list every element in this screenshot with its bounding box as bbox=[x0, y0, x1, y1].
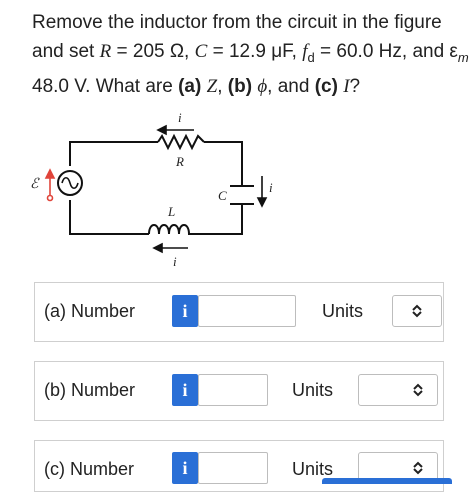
units-label-a: Units bbox=[322, 301, 364, 321]
up-down-chevron-icon bbox=[413, 461, 423, 475]
label-C: C bbox=[218, 188, 227, 203]
current-arrow-top bbox=[156, 124, 194, 136]
info-button-b[interactable]: i bbox=[172, 374, 198, 406]
source-arrow bbox=[44, 168, 56, 202]
label-L: L bbox=[167, 204, 175, 219]
info-button-c[interactable]: i bbox=[172, 452, 198, 484]
units-label-b: Units bbox=[292, 380, 334, 400]
info-icon: i bbox=[182, 300, 188, 321]
label-source: ℰ bbox=[30, 177, 40, 192]
number-input-b[interactable] bbox=[198, 374, 268, 406]
number-input-c[interactable] bbox=[198, 452, 268, 484]
question-line-1: Remove the inductor from the circuit in … bbox=[32, 12, 442, 33]
up-down-chevron-icon bbox=[413, 383, 423, 397]
units-select-b[interactable] bbox=[358, 374, 438, 406]
number-input-a[interactable] bbox=[198, 295, 296, 327]
circuit-diagram: i R C i L i ℰ bbox=[30, 110, 273, 269]
part-b-label: (b) Number bbox=[44, 380, 136, 400]
part-c-label: (c) Number bbox=[44, 459, 135, 479]
circuit-wires bbox=[69, 141, 243, 235]
label-i-bottom: i bbox=[173, 254, 177, 269]
question-line-3: 48.0 V. What are (a) Z, (b) ϕ, and (c) I… bbox=[32, 75, 361, 97]
units-select-a[interactable] bbox=[392, 295, 442, 327]
units-label-c: Units bbox=[292, 459, 334, 479]
question-line-2: and set R = 205 Ω, C = 12.9 μF, fd = 60.… bbox=[32, 41, 469, 65]
info-button-a[interactable]: i bbox=[172, 295, 198, 327]
question-text: Remove the inductor from the circuit in … bbox=[32, 8, 469, 101]
up-down-chevron-icon bbox=[412, 304, 422, 318]
info-icon: i bbox=[182, 457, 188, 478]
capacitor-symbol bbox=[230, 185, 254, 205]
label-i-right: i bbox=[269, 180, 273, 195]
inductor-symbol bbox=[148, 224, 193, 235]
label-R: R bbox=[175, 154, 184, 169]
resistor-symbol bbox=[157, 133, 205, 151]
part-a-label: (a) Number bbox=[44, 301, 136, 321]
current-arrow-right bbox=[256, 176, 268, 208]
info-icon: i bbox=[182, 379, 188, 400]
bottom-accent-bar bbox=[322, 478, 452, 484]
label-i-top: i bbox=[178, 110, 182, 125]
current-arrow-bottom bbox=[152, 242, 188, 254]
